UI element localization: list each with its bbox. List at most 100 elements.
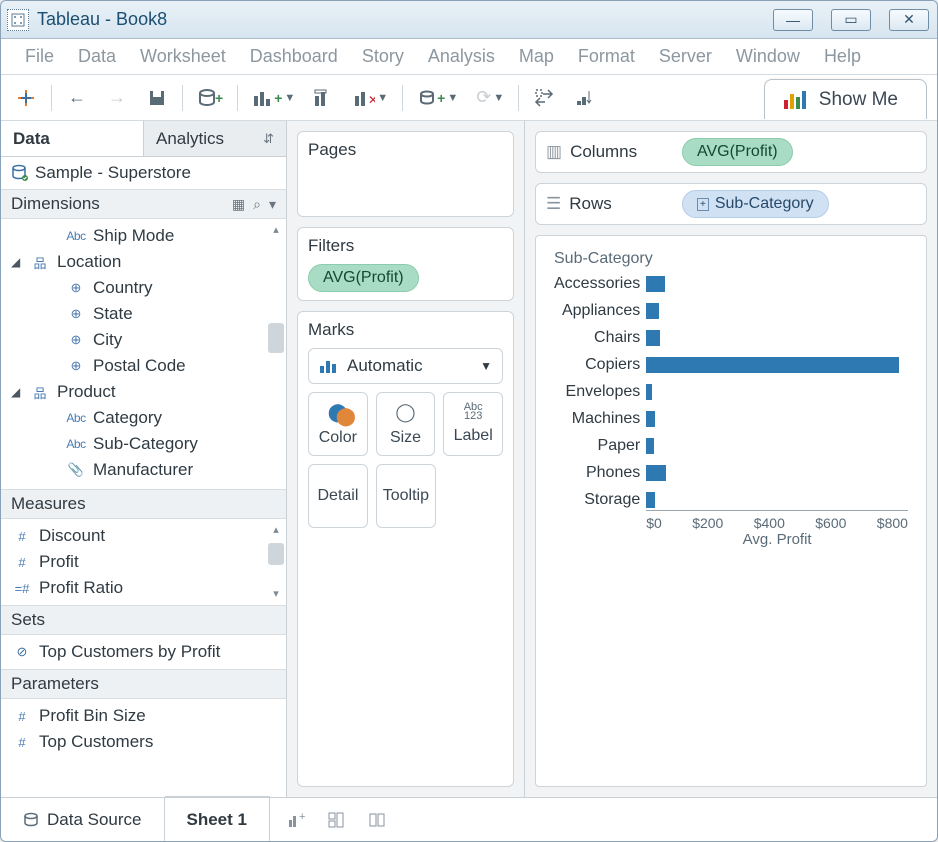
rows-pill-subcategory[interactable]: +Sub-Category	[682, 190, 829, 218]
menu-analysis[interactable]: Analysis	[418, 42, 505, 71]
marks-tooltip[interactable]: Tooltip	[376, 464, 436, 528]
autoupdate-button[interactable]: +▼	[413, 83, 462, 113]
filter-pill-avg-profit[interactable]: AVG(Profit)	[308, 264, 419, 292]
field-ship-mode[interactable]: AbcShip Mode	[1, 223, 286, 249]
filters-shelf[interactable]: Filters AVG(Profit)	[297, 227, 514, 301]
bar[interactable]	[646, 490, 908, 510]
field-state[interactable]: ⊕State	[1, 301, 286, 327]
rows-pill-label: Sub-Category	[715, 195, 814, 213]
menu-data[interactable]: Data	[68, 42, 126, 71]
refresh-button[interactable]: ⟳▼	[472, 83, 508, 113]
bar[interactable]	[646, 382, 908, 402]
collapse-icon: ◢	[11, 255, 23, 269]
bar[interactable]	[646, 409, 908, 429]
tab-datasource[interactable]: Data Source	[1, 798, 165, 841]
menu-format[interactable]: Format	[568, 42, 645, 71]
hierarchy-product[interactable]: ◢品Product	[1, 379, 286, 405]
tab-sheet1[interactable]: Sheet 1	[165, 798, 270, 841]
new-story-icon[interactable]	[368, 812, 386, 828]
view-as-icon[interactable]: ▦	[232, 196, 245, 213]
menu-dashboard[interactable]: Dashboard	[240, 42, 348, 71]
field-label: Country	[93, 278, 153, 298]
menu-map[interactable]: Map	[509, 42, 564, 71]
bar[interactable]	[646, 328, 908, 348]
field-city[interactable]: ⊕City	[1, 327, 286, 353]
sets-label: Sets	[11, 610, 45, 630]
field-category[interactable]: AbcCategory	[1, 405, 286, 431]
menubar: File Data Worksheet Dashboard Story Anal…	[1, 39, 937, 75]
bar[interactable]	[646, 274, 908, 294]
back-button[interactable]: ←	[62, 83, 92, 113]
bar[interactable]	[646, 355, 908, 375]
sort-asc-button[interactable]	[569, 83, 599, 113]
marks-type-select[interactable]: Automatic ▼	[308, 348, 503, 384]
field-postal[interactable]: ⊕Postal Code	[1, 353, 286, 379]
forward-button[interactable]: →	[102, 83, 132, 113]
scroll-thumb[interactable]	[268, 323, 284, 353]
datasource-icon	[23, 812, 39, 828]
data-pane-tabs: Data Analytics⇵	[1, 121, 286, 157]
minimize-button[interactable]: —	[773, 9, 813, 31]
tab-data[interactable]: Data	[1, 121, 143, 156]
columns-pill-avg-profit[interactable]: AVG(Profit)	[682, 138, 793, 166]
toolbar-sep	[51, 85, 52, 111]
new-worksheet-icon[interactable]: +	[288, 812, 306, 828]
menu-help[interactable]: Help	[814, 42, 871, 71]
datasource-row[interactable]: Sample - Superstore	[1, 157, 286, 189]
globe-icon: ⊕	[65, 306, 87, 322]
field-discount[interactable]: #Discount	[1, 523, 286, 549]
menu-worksheet[interactable]: Worksheet	[130, 42, 236, 71]
menu-story[interactable]: Story	[352, 42, 414, 71]
marks-color[interactable]: ⬤⬤Color	[308, 392, 368, 456]
rows-shelf[interactable]: ☰Rows +Sub-Category	[535, 183, 927, 225]
search-icon[interactable]: ⌕	[253, 196, 261, 213]
app-window: Tableau - Book8 — ▭ ✕ File Data Workshee…	[0, 0, 938, 842]
tab-analytics[interactable]: Analytics⇵	[143, 121, 286, 156]
scroll-thumb[interactable]	[268, 543, 284, 565]
duplicate-sheet-button[interactable]	[309, 83, 339, 113]
menu-file[interactable]: File	[15, 42, 64, 71]
marks-detail[interactable]: Detail	[308, 464, 368, 528]
param-profit-bin[interactable]: #Profit Bin Size	[1, 703, 286, 729]
menu-server[interactable]: Server	[649, 42, 722, 71]
scrollbar[interactable]: ▴▾	[268, 523, 284, 601]
datasource-button[interactable]: +	[193, 83, 227, 113]
field-profit[interactable]: #Profit	[1, 549, 286, 575]
close-button[interactable]: ✕	[889, 9, 929, 31]
field-manufacturer[interactable]: 📎Manufacturer	[1, 457, 286, 483]
marks-card: Marks Automatic ▼ ⬤⬤Color ◯Size Abc123La…	[297, 311, 514, 787]
field-label: Manufacturer	[93, 460, 193, 480]
marks-label[interactable]: Abc123Label	[443, 392, 503, 456]
marks-size[interactable]: ◯Size	[376, 392, 436, 456]
chevron-down-icon[interactable]: ▾	[269, 196, 276, 213]
new-dashboard-icon[interactable]	[328, 812, 346, 828]
category-label: Copiers	[585, 355, 640, 375]
columns-shelf[interactable]: ▥Columns AVG(Profit)	[535, 131, 927, 173]
bar[interactable]	[646, 436, 908, 456]
field-country[interactable]: ⊕Country	[1, 275, 286, 301]
menu-window[interactable]: Window	[726, 42, 810, 71]
hierarchy-location[interactable]: ◢品Location	[1, 249, 286, 275]
tick-label: $0	[646, 515, 662, 531]
field-subcategory[interactable]: AbcSub-Category	[1, 431, 286, 457]
field-label: Profit	[39, 552, 79, 572]
scrollbar[interactable]: ▴	[268, 223, 284, 485]
swap-button[interactable]	[529, 83, 559, 113]
globe-icon: ⊕	[65, 358, 87, 374]
param-top-customers[interactable]: #Top Customers	[1, 729, 286, 755]
toolbar-sep	[237, 85, 238, 111]
bar[interactable]	[646, 301, 908, 321]
clear-sheet-button[interactable]: ✕ ▼	[349, 83, 392, 113]
new-tab-icons: +	[270, 798, 404, 841]
tableau-logo-icon[interactable]	[11, 83, 41, 113]
set-top-customers[interactable]: ⊘Top Customers by Profit	[1, 639, 286, 665]
field-profit-ratio[interactable]: =#Profit Ratio	[1, 575, 286, 601]
bar[interactable]	[646, 463, 908, 483]
new-worksheet-button[interactable]: +▼	[248, 83, 299, 113]
save-button[interactable]	[142, 83, 172, 113]
maximize-button[interactable]: ▭	[831, 9, 871, 31]
show-me-button[interactable]: Show Me	[764, 79, 927, 119]
field-product-name[interactable]: AbcProduct Name	[1, 483, 286, 489]
pages-shelf[interactable]: Pages	[297, 131, 514, 217]
category-label: Paper	[598, 436, 641, 456]
